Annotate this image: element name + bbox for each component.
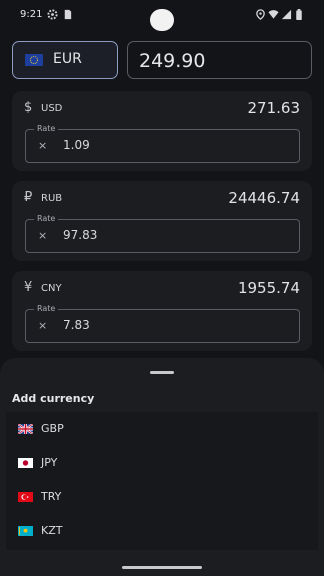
conversion-card-rub[interactable]: ₽ RUB 24446.74 Rate × 97.83 [12, 181, 312, 261]
yuan-icon: ¥ [24, 280, 33, 295]
status-bar: 9:21 [0, 0, 324, 31]
converted-amount: 24446.74 [228, 189, 300, 207]
sim-card-icon [64, 9, 72, 20]
japan-flag-icon [18, 458, 33, 468]
rate-input[interactable]: Rate × 97.83 [25, 214, 300, 253]
status-time: 9:21 [20, 9, 43, 20]
dollar-icon: $ [24, 100, 33, 115]
kazakhstan-flag-icon [18, 526, 33, 536]
gesture-nav-bar[interactable] [122, 566, 202, 569]
base-currency-code: EUR [53, 51, 82, 67]
rate-input[interactable]: Rate × 1.09 [25, 124, 300, 163]
base-amount-value: 249.90 [139, 50, 206, 72]
uk-flag-icon [18, 424, 33, 434]
base-currency-selector[interactable]: EUR [12, 41, 118, 79]
location-icon [256, 9, 265, 20]
currency-code: USD [41, 103, 63, 114]
multiply-icon: × [38, 139, 48, 152]
converted-amount: 1955.74 [237, 279, 300, 297]
gear-icon [47, 9, 58, 20]
turkey-flag-icon [18, 492, 33, 502]
battery-icon [296, 9, 302, 20]
list-item-gbp[interactable]: GBP [6, 412, 318, 446]
list-item-code: KZT [41, 524, 63, 537]
multiply-icon: × [38, 319, 48, 332]
drag-handle[interactable] [150, 371, 174, 374]
list-item-code: JPY [41, 456, 58, 469]
rate-label: Rate [34, 124, 59, 133]
camera-cutout [150, 9, 174, 31]
list-item-code: GBP [41, 422, 64, 435]
ruble-icon: ₽ [24, 190, 33, 205]
rate-label: Rate [34, 304, 59, 313]
list-item-jpy[interactable]: JPY [6, 446, 318, 480]
rate-value: 7.83 [63, 318, 90, 332]
converted-amount: 271.63 [247, 99, 301, 117]
multiply-icon: × [38, 229, 48, 242]
conversion-card-cny[interactable]: ¥ CNY 1955.74 Rate × 7.83 [12, 271, 312, 351]
currency-list: GBP JPY TRY KZT [6, 412, 318, 550]
currency-code: RUB [41, 193, 63, 204]
list-item-try[interactable]: TRY [6, 480, 318, 514]
rate-label: Rate [34, 214, 59, 223]
conversion-card-usd[interactable]: $ USD 271.63 Rate × 1.09 [12, 91, 312, 171]
currency-code: CNY [41, 283, 62, 294]
rate-value: 97.83 [63, 228, 98, 242]
list-item-code: TRY [41, 490, 62, 503]
add-currency-sheet: Add currency GBP JPY TRY KZT [0, 358, 324, 576]
sheet-title: Add currency [12, 392, 95, 405]
wifi-icon [268, 10, 279, 19]
rate-value: 1.09 [63, 138, 90, 152]
list-item-kzt[interactable]: KZT [6, 514, 318, 548]
signal-icon [281, 9, 292, 20]
rate-input[interactable]: Rate × 7.83 [25, 304, 300, 343]
eu-flag-icon [25, 54, 43, 66]
base-currency-row: EUR 249.90 [12, 41, 312, 79]
base-amount-input[interactable]: 249.90 [127, 41, 312, 79]
